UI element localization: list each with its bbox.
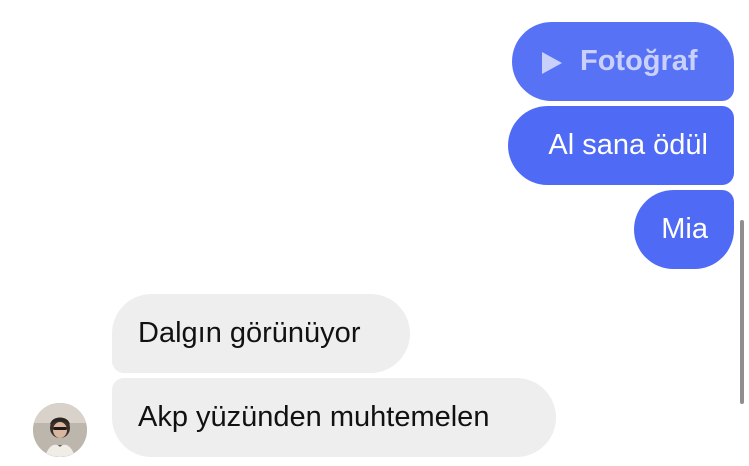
outgoing-message[interactable]: Al sana ödül bbox=[508, 106, 734, 185]
message-text: Mia bbox=[661, 213, 708, 245]
message-text: Dalgın görünüyor bbox=[138, 317, 361, 349]
incoming-message[interactable]: Akp yüzünden muhtemelen bbox=[112, 378, 556, 457]
avatar-image bbox=[33, 403, 87, 457]
chat-thread[interactable]: Fotoğraf Al sana ödül Mia Dalgın görünüy… bbox=[0, 0, 749, 466]
scrollbar[interactable] bbox=[740, 220, 744, 404]
outgoing-message[interactable]: Mia bbox=[634, 190, 734, 269]
photo-label: Fotoğraf bbox=[580, 45, 698, 77]
incoming-message[interactable]: Dalgın görünüyor bbox=[112, 294, 410, 373]
outgoing-photo-message[interactable]: Fotoğraf bbox=[512, 22, 734, 101]
avatar[interactable] bbox=[33, 403, 87, 457]
play-icon bbox=[542, 51, 562, 74]
message-text: Al sana ödül bbox=[548, 129, 708, 161]
message-text: Akp yüzünden muhtemelen bbox=[138, 401, 490, 433]
